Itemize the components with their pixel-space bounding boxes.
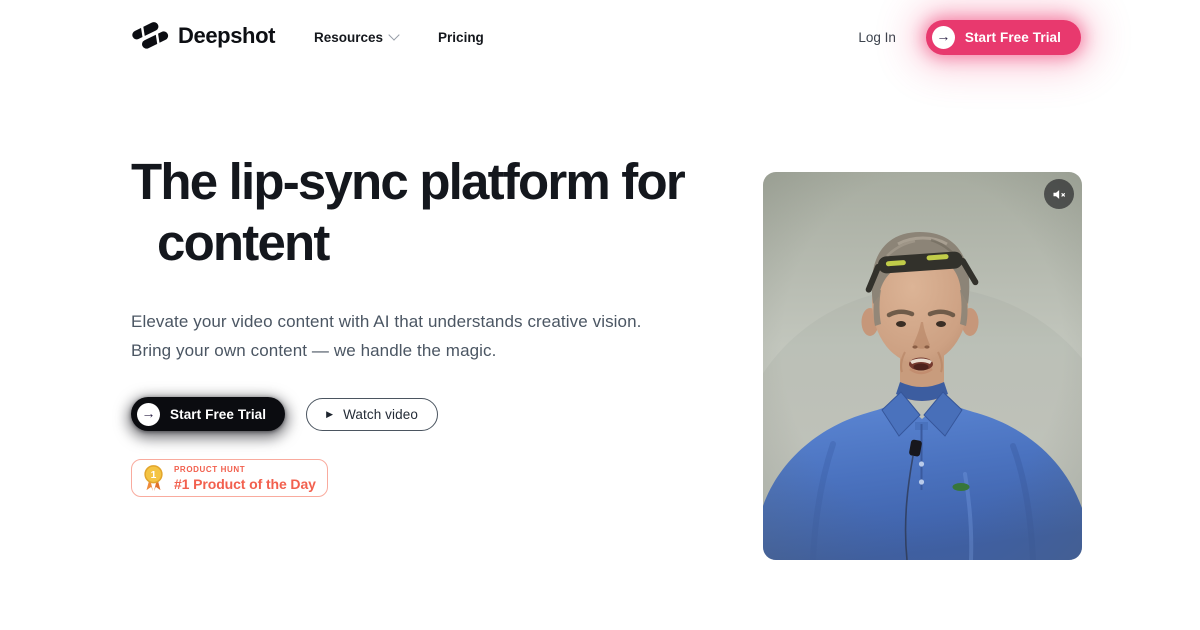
play-icon: ▶ [326,410,333,419]
hero-start-free-trial-button[interactable]: → Start Free Trial [131,397,285,431]
nav-item-label: Resources [314,30,383,45]
deepshot-landing-page: Deepshot Resources Pricing Log In → Star… [0,0,1200,630]
arrow-right-icon: → [137,403,160,426]
mute-button[interactable] [1044,179,1074,209]
title-line-1: The lip-sync platform for [131,151,684,212]
header-actions: Log In → Start Free Trial [858,0,1081,74]
button-label: Watch video [343,407,418,422]
nav-item-label: Pricing [438,30,484,45]
deepshot-logo-icon [131,22,169,50]
site-header: Deepshot Resources Pricing Log In → Star… [0,0,1200,74]
product-hunt-eyebrow: PRODUCT HUNT [174,465,316,474]
header-start-free-trial-button[interactable]: → Start Free Trial [926,20,1081,55]
medal-icon: 1 [142,464,165,492]
page-title: The lip-sync platform for content [131,151,684,273]
subtitle-line-2: Bring your own content — we handle the m… [131,337,641,366]
button-label: Start Free Trial [170,407,266,422]
product-hunt-title: #1 Product of the Day [174,476,316,492]
cta-row: → Start Free Trial ▶ Watch video [131,397,438,431]
presenter-illustration [763,172,1082,560]
brand-name: Deepshot [178,23,275,49]
title-line-2: content [131,212,684,273]
subtitle-line-1: Elevate your video content with AI that … [131,308,641,337]
watch-video-button[interactable]: ▶ Watch video [306,398,438,431]
nav-item-pricing[interactable]: Pricing [438,30,484,45]
svg-text:1: 1 [151,470,157,481]
login-link[interactable]: Log In [858,30,896,45]
nav-item-resources[interactable]: Resources [314,30,398,45]
product-hunt-badge[interactable]: 1 PRODUCT HUNT #1 Product of the Day [131,459,328,497]
product-hunt-text: PRODUCT HUNT #1 Product of the Day [174,465,316,492]
hero-video[interactable] [763,172,1082,560]
hero-subtitle: Elevate your video content with AI that … [131,308,641,365]
button-label: Start Free Trial [965,30,1061,45]
chevron-down-icon [388,29,399,40]
speaker-muted-icon [1051,186,1068,203]
arrow-right-icon: → [932,26,955,49]
brand-logo[interactable]: Deepshot [131,22,275,50]
main-nav: Resources Pricing [314,0,484,74]
